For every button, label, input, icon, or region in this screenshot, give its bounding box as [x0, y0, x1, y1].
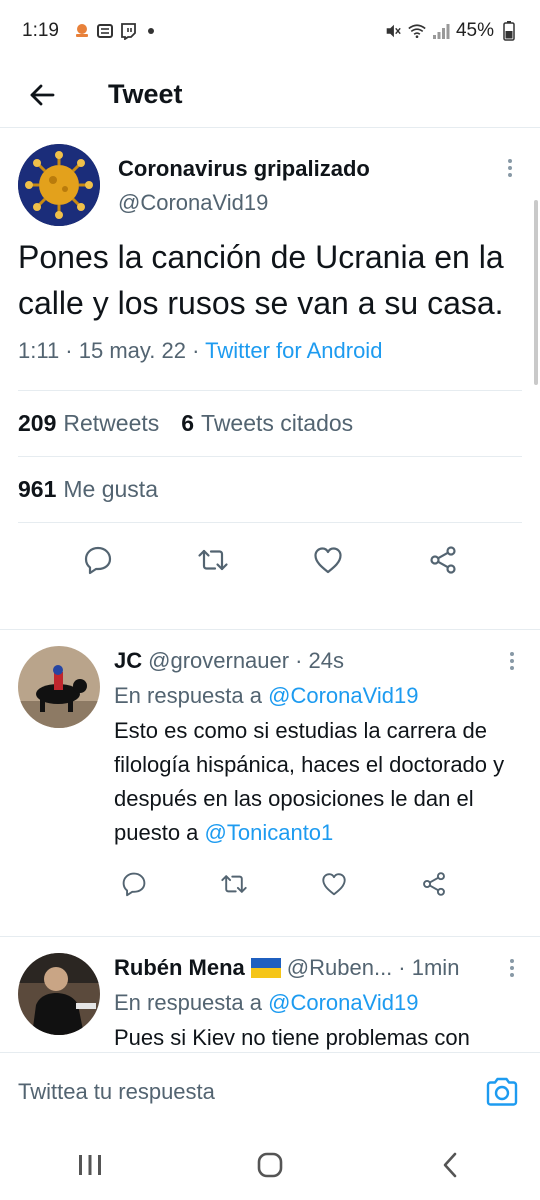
- tweet-actions: [0, 523, 540, 597]
- home-icon: [257, 1152, 283, 1178]
- reply-handle[interactable]: @grovernauer: [148, 648, 289, 674]
- share-button[interactable]: [414, 864, 454, 904]
- reply-avatar[interactable]: [18, 953, 100, 1035]
- reply-text-mention[interactable]: @Tonicanto1: [205, 820, 334, 845]
- tweet-source-link[interactable]: Twitter for Android: [205, 338, 382, 363]
- more-vertical-icon: [508, 159, 512, 177]
- battery-percent: 45%: [455, 20, 494, 41]
- mute-icon: [384, 22, 402, 40]
- quotes-stat[interactable]: 6 Tweets citados: [181, 410, 353, 437]
- reply-composer: [0, 1052, 540, 1130]
- dot-icon: [142, 22, 160, 40]
- reply-to-label: En respuesta a: [114, 990, 262, 1015]
- like-icon: [313, 547, 342, 574]
- reply-to-mention[interactable]: @CoronaVid19: [268, 683, 418, 708]
- likes-count: 961: [18, 476, 57, 502]
- retweet-stats-row: 209 Retweets 6 Tweets citados: [0, 391, 540, 456]
- tweet-time: 1:11: [18, 338, 60, 363]
- reply-to-mention[interactable]: @CoronaVid19: [268, 990, 418, 1015]
- reply-input[interactable]: [18, 1078, 482, 1105]
- reply-to-line: En respuesta a @CoronaVid19: [114, 987, 522, 1019]
- camera-icon: [486, 1077, 518, 1106]
- twitch-icon: [119, 22, 137, 40]
- recents-icon: [79, 1155, 101, 1175]
- share-icon: [423, 872, 445, 896]
- retweets-stat[interactable]: 209 Retweets: [18, 410, 159, 437]
- signal-icon: [432, 22, 450, 40]
- news-icon: [96, 22, 114, 40]
- back-arrow-icon: [30, 84, 55, 105]
- reply-time: 24s: [308, 648, 345, 673]
- author-avatar[interactable]: [18, 144, 100, 226]
- recents-button[interactable]: [60, 1140, 120, 1190]
- reply-tweet[interactable]: Rubén Mena @Ruben... · 1min En respuesta…: [0, 937, 540, 1052]
- reply-to-label: En respuesta a: [114, 683, 262, 708]
- reply-handle[interactable]: @Ruben...: [287, 955, 393, 981]
- retweet-button[interactable]: [214, 864, 254, 904]
- more-vertical-icon: [510, 959, 514, 977]
- battery-icon: [500, 21, 518, 41]
- retweet-icon: [221, 875, 247, 893]
- ukraine-flag-icon: [250, 958, 281, 978]
- reply-to-line: En respuesta a @CoronaVid19: [114, 680, 522, 712]
- likes-stat[interactable]: 961 Me gusta: [18, 476, 158, 503]
- author-display-name[interactable]: Coronavirus gripalizado: [118, 156, 370, 182]
- author-handle[interactable]: @CoronaVid19: [118, 190, 370, 216]
- reply-icon: [84, 546, 111, 575]
- reply-display-name[interactable]: JC: [114, 648, 142, 674]
- share-icon: [429, 546, 456, 574]
- quotes-count: 6: [181, 410, 195, 436]
- reply-more-button[interactable]: [502, 958, 522, 978]
- main-tweet: Coronavirus gripalizado @CoronaVid19 Pon…: [0, 128, 540, 597]
- top-app-bar: Tweet: [0, 62, 540, 128]
- reply-display-name[interactable]: Rubén Mena: [114, 955, 245, 981]
- reply-tweet[interactable]: JC @grovernauer · 24s En respuesta a @Co…: [0, 630, 540, 904]
- reply-text: Esto es como si estudias la carrera de f…: [114, 714, 522, 850]
- reply-actions: [114, 864, 454, 904]
- likes-stats-row: 961 Me gusta: [0, 457, 540, 522]
- tweet-meta: 1:11 · 15 may. 22 · Twitter for Android: [18, 338, 383, 363]
- reply-button[interactable]: [78, 540, 118, 580]
- tweet-text: Pones la canción de Ucrania en la calle …: [18, 239, 504, 321]
- reply-time: 1min: [411, 955, 460, 980]
- retweets-label: Retweets: [63, 410, 160, 436]
- tweet-date: 15 may. 22: [78, 338, 186, 363]
- reply-button[interactable]: [114, 864, 154, 904]
- status-bar: 1:19 45%: [0, 0, 540, 62]
- camera-button[interactable]: [482, 1072, 522, 1112]
- status-time: 1:19: [22, 20, 59, 41]
- wifi-icon: [408, 22, 426, 40]
- nav-back-icon: [443, 1152, 457, 1178]
- retweets-count: 209: [18, 410, 57, 436]
- retweet-icon: [197, 549, 228, 571]
- share-button[interactable]: [423, 540, 463, 580]
- more-vertical-icon: [510, 652, 514, 670]
- reply-avatar[interactable]: [18, 646, 100, 728]
- tweet-more-button[interactable]: [498, 144, 522, 184]
- like-button[interactable]: [308, 540, 348, 580]
- likes-label: Me gusta: [63, 476, 158, 502]
- like-button[interactable]: [314, 864, 354, 904]
- page-title: Tweet: [108, 79, 183, 109]
- retweet-button[interactable]: [193, 540, 233, 580]
- home-button[interactable]: [240, 1140, 300, 1190]
- reply-text: Pues si Kiev no tiene problemas con: [114, 1025, 470, 1050]
- notification-icon: [73, 22, 91, 40]
- system-nav-bar: [0, 1130, 540, 1200]
- back-button[interactable]: [20, 73, 64, 117]
- like-icon: [322, 873, 346, 896]
- nav-back-button[interactable]: [420, 1140, 480, 1190]
- quotes-label: Tweets citados: [201, 410, 354, 436]
- reply-icon: [122, 872, 146, 897]
- scrollbar[interactable]: [534, 200, 538, 385]
- reply-more-button[interactable]: [502, 651, 522, 671]
